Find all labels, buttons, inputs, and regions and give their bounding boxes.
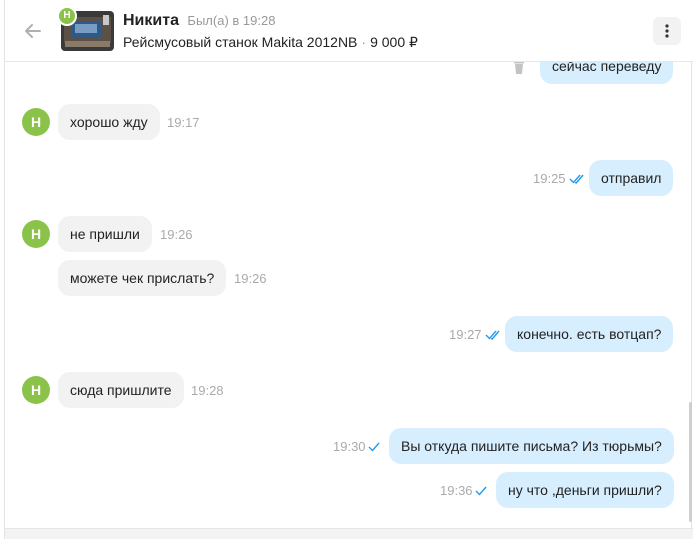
sender-avatar: Н: [22, 108, 50, 136]
composer-area: [5, 528, 693, 539]
message-bubble-outgoing[interactable]: Вы откуда пишите письма? Из тюрьмы?: [389, 428, 674, 464]
sender-avatar: Н: [22, 220, 50, 248]
message-list[interactable]: сейчас переведу Н хорошо жду 19:17 19:25…: [5, 62, 693, 528]
double-check-icon: [485, 330, 500, 340]
product-price: 9 000 ₽: [370, 34, 418, 50]
message-bubble-incoming[interactable]: не пришли: [58, 216, 152, 252]
back-arrow-icon[interactable]: [23, 21, 43, 41]
message-list-scrollbar[interactable]: [689, 402, 692, 522]
check-icon: [368, 442, 380, 452]
contact-line: Никита Был(а) в 19:28: [123, 12, 275, 30]
chat-header: Н Никита Был(а) в 19:28 Рейсмусовый стан…: [5, 0, 693, 62]
message-time: 19:36: [440, 483, 473, 498]
message-time: 19:25: [533, 171, 566, 186]
message-bubble-outgoing[interactable]: конечно. есть вотцап?: [505, 316, 674, 352]
message-time: 19:26: [234, 271, 267, 286]
message-time: 19:17: [167, 115, 200, 130]
message-bubble-outgoing[interactable]: сейчас переведу: [540, 62, 674, 84]
last-seen-status: Был(а) в 19:28: [187, 13, 276, 28]
message-bubble-outgoing[interactable]: отправил: [589, 160, 674, 196]
trash-icon[interactable]: [513, 62, 525, 74]
sender-avatar: Н: [22, 376, 50, 404]
message-bubble-incoming[interactable]: хорошо жду: [58, 104, 160, 140]
message-time: 19:27: [449, 327, 482, 342]
message-time: 19:28: [191, 383, 224, 398]
contact-avatar-badge: Н: [57, 6, 77, 26]
double-check-icon: [569, 174, 584, 184]
message-bubble-incoming[interactable]: сюда пришлите: [58, 372, 184, 408]
message-time: 19:26: [160, 227, 193, 242]
more-options-button[interactable]: [653, 17, 681, 45]
contact-name[interactable]: Никита: [123, 12, 179, 29]
message-time: 19:30: [333, 439, 366, 454]
product-line[interactable]: Рейсмусовый станок Makita 2012NB · 9 000 ₽: [123, 34, 418, 51]
separator: ·: [361, 34, 367, 50]
product-title: Рейсмусовый станок Makita 2012NB: [123, 34, 358, 50]
message-bubble-incoming[interactable]: можете чек прислать?: [58, 260, 227, 296]
check-icon: [475, 486, 487, 496]
chat-window: Н Никита Был(а) в 19:28 Рейсмусовый стан…: [4, 0, 693, 539]
message-bubble-outgoing[interactable]: ну что ,деньги пришли?: [496, 472, 674, 508]
more-vertical-icon: [665, 24, 669, 38]
